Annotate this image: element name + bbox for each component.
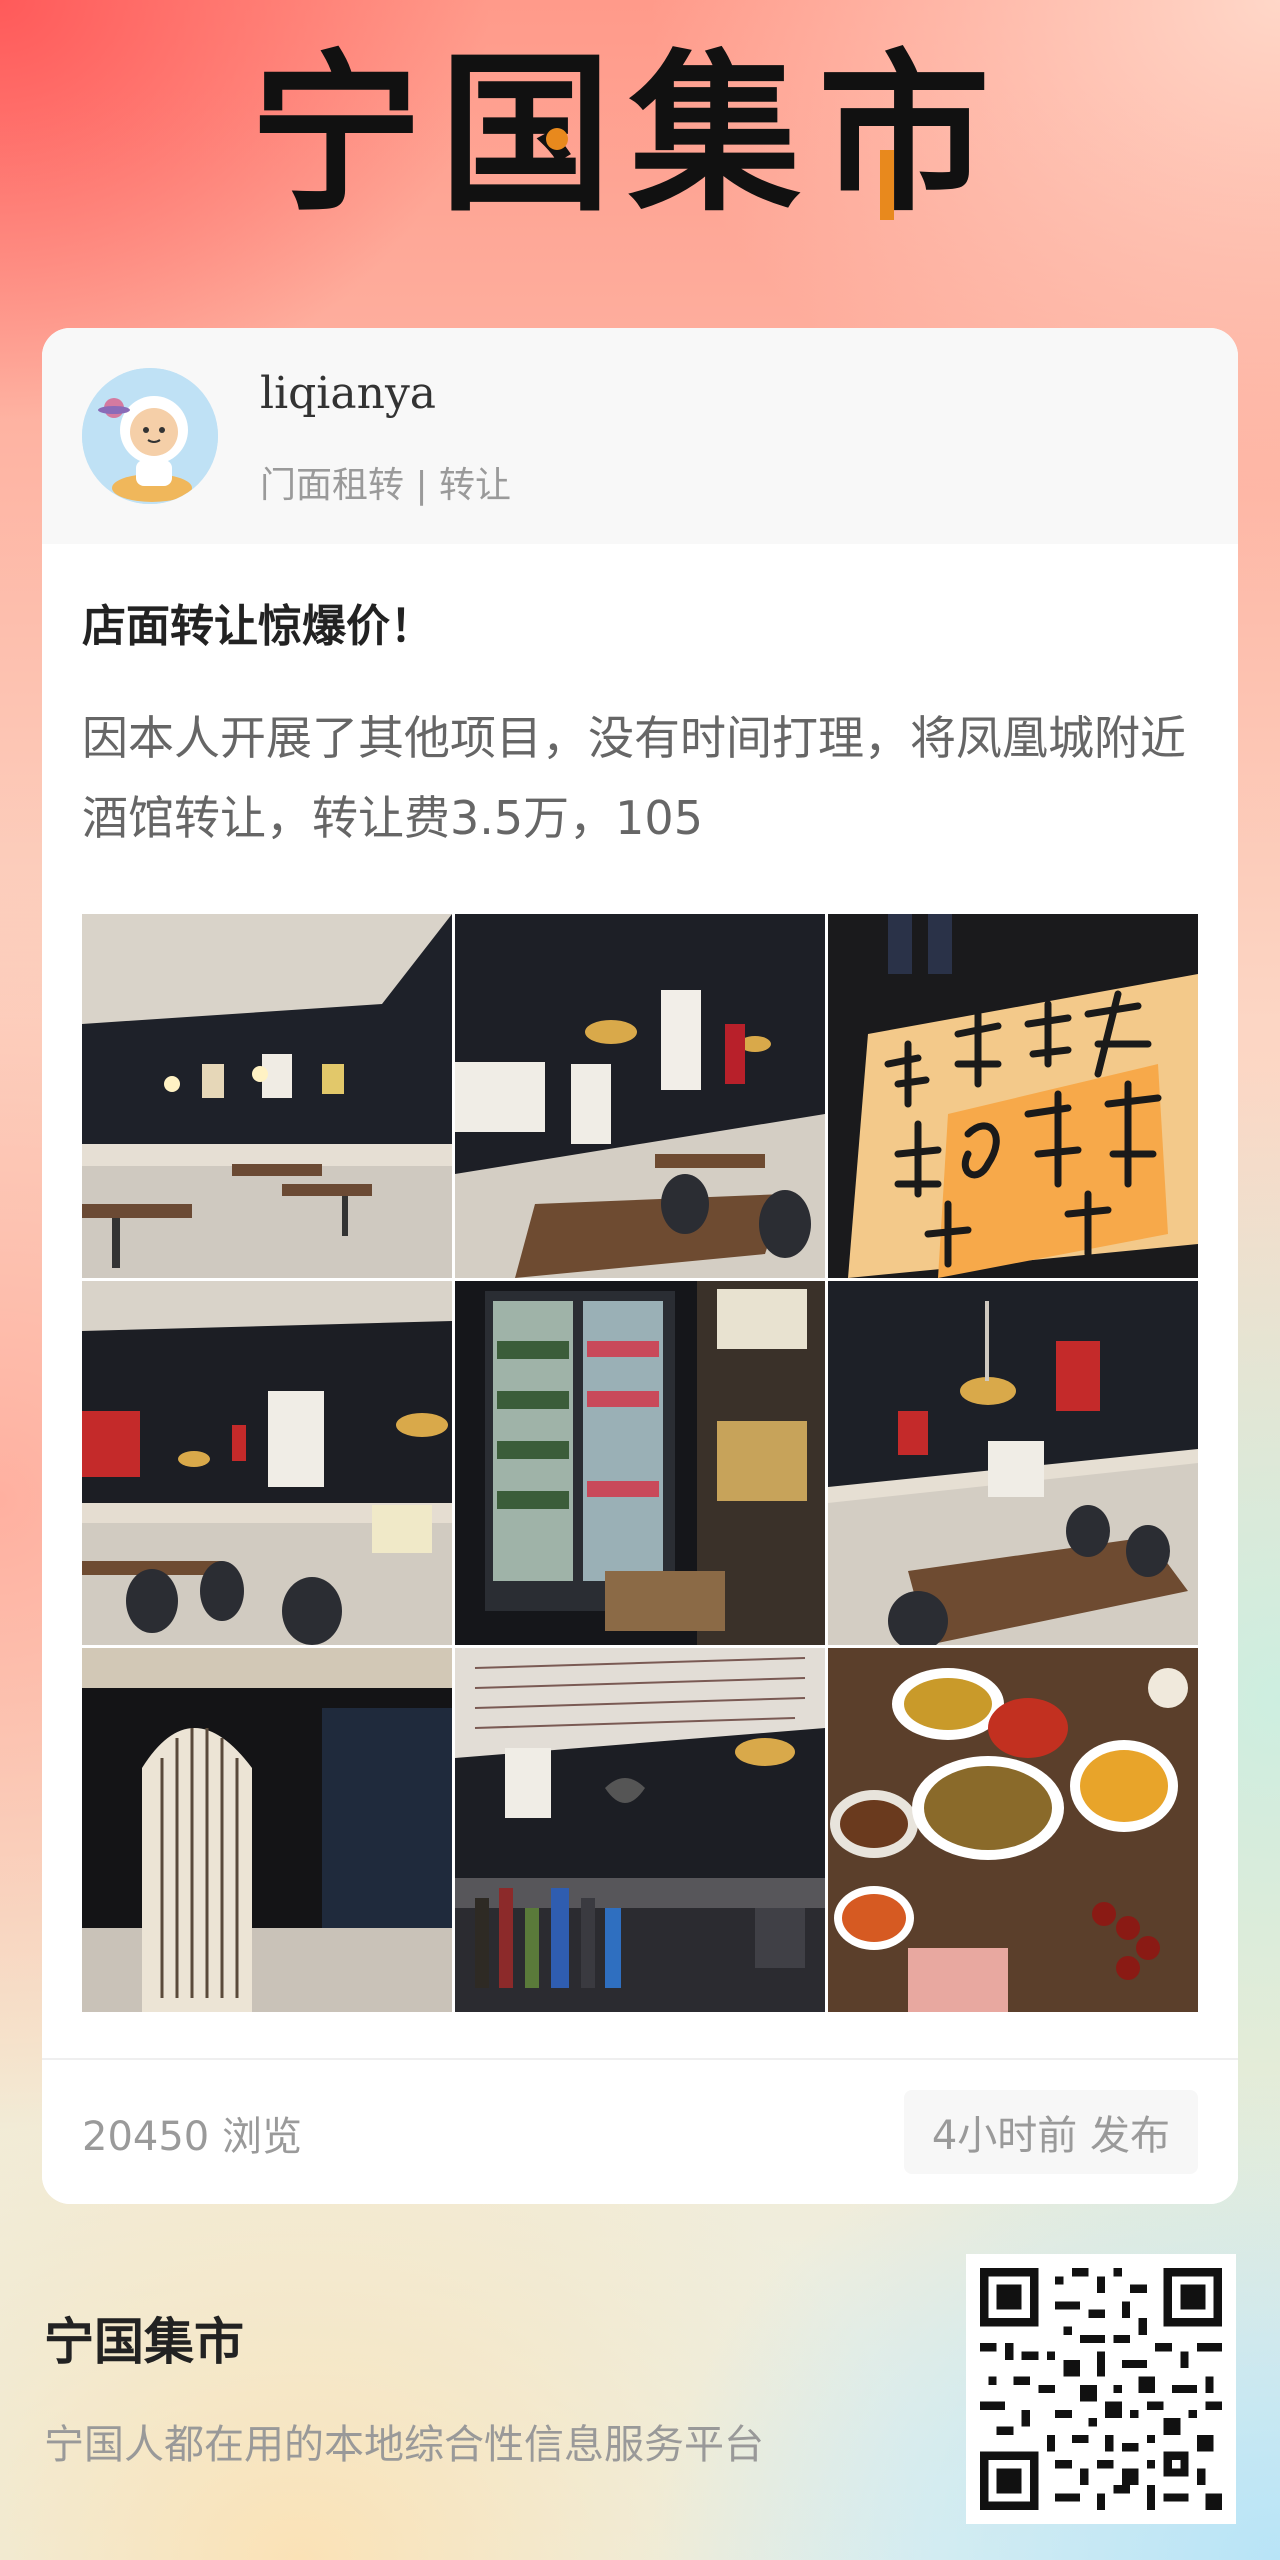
footer-title: 宁国集市: [44, 2313, 244, 2371]
logo-accent-dot: [546, 128, 568, 150]
photo-8-image: [455, 1648, 825, 2012]
brand-logo: 宁 国 集 市: [250, 40, 990, 230]
logo-char-2: 国: [439, 34, 612, 235]
avatar[interactable]: [82, 368, 218, 504]
photo-2-image: [455, 914, 825, 1278]
photo-5-image: [455, 1281, 825, 1645]
photo-9[interactable]: [828, 1648, 1198, 2012]
photo-5[interactable]: [455, 1281, 825, 1645]
logo-char-4: 市: [817, 34, 990, 235]
photo-1[interactable]: [82, 914, 452, 1278]
post-footer: 20450 浏览 4小时前 发布: [42, 2058, 1238, 2204]
astronaut-avatar-icon: [82, 368, 218, 504]
photo-7[interactable]: [82, 1648, 452, 2012]
post-body: 因本人开展了其他项目，没有时间打理，将凤凰城附近酒馆转让，转让费3.5万，105: [82, 711, 1186, 845]
photo-8[interactable]: [455, 1648, 825, 2012]
photo-3[interactable]: [828, 914, 1198, 1278]
photo-4[interactable]: [82, 1281, 452, 1645]
post-title: 店面转让惊爆价！: [82, 601, 434, 652]
post-card[interactable]: liqianya 门面租转 | 转让 店面转让惊爆价！ 因本人开展了其他项目，没…: [42, 328, 1238, 2204]
photo-gallery: [82, 914, 1198, 2018]
footer-subtitle: 宁国人都在用的本地综合性信息服务平台: [44, 2422, 764, 2468]
post-category: 门面租转 | 转让: [260, 465, 512, 506]
photo-3-image: [828, 914, 1198, 1278]
qr-code-icon: [980, 2268, 1222, 2510]
photo-1-image: [82, 914, 452, 1278]
photo-7-image: [82, 1648, 452, 2012]
logo-char-1: 宁: [250, 34, 422, 235]
posted-time-badge: 4小时前 发布: [903, 2090, 1198, 2174]
logo-char-3: 集: [628, 34, 801, 235]
photo-6[interactable]: [828, 1281, 1198, 1645]
post-header: liqianya 门面租转 | 转让: [42, 328, 1238, 544]
photo-2[interactable]: [455, 914, 825, 1278]
photo-4-image: [82, 1281, 452, 1645]
photo-6-image: [828, 1281, 1198, 1645]
view-count: 20450 浏览: [82, 2114, 302, 2160]
photo-9-image: [828, 1648, 1198, 2012]
username[interactable]: liqianya: [260, 368, 436, 419]
qr-code[interactable]: [966, 2254, 1236, 2524]
logo-accent-stroke: [880, 150, 894, 220]
